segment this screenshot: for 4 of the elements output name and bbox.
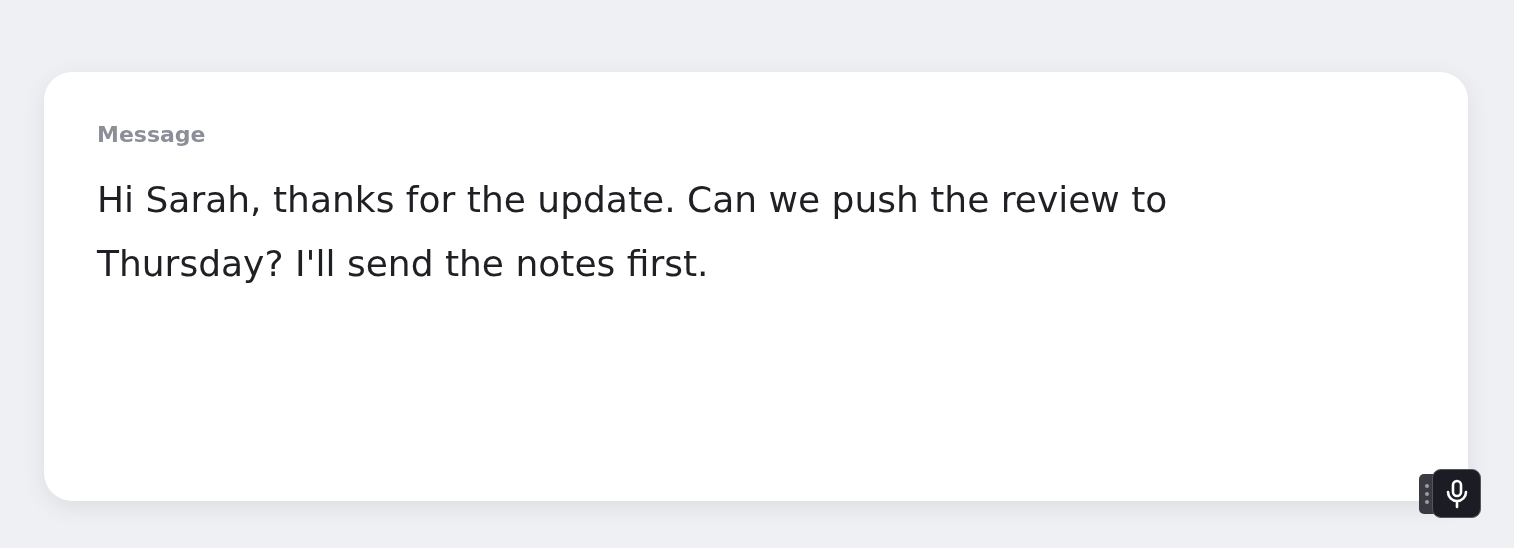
microphone-button[interactable] — [1432, 469, 1481, 518]
field-label: Message — [97, 121, 206, 149]
microphone-icon — [1445, 478, 1468, 509]
message-text[interactable]: Hi Sarah, thanks for the update. Can we push the review to Thursday? I'll send the notes first. — [97, 168, 1337, 296]
